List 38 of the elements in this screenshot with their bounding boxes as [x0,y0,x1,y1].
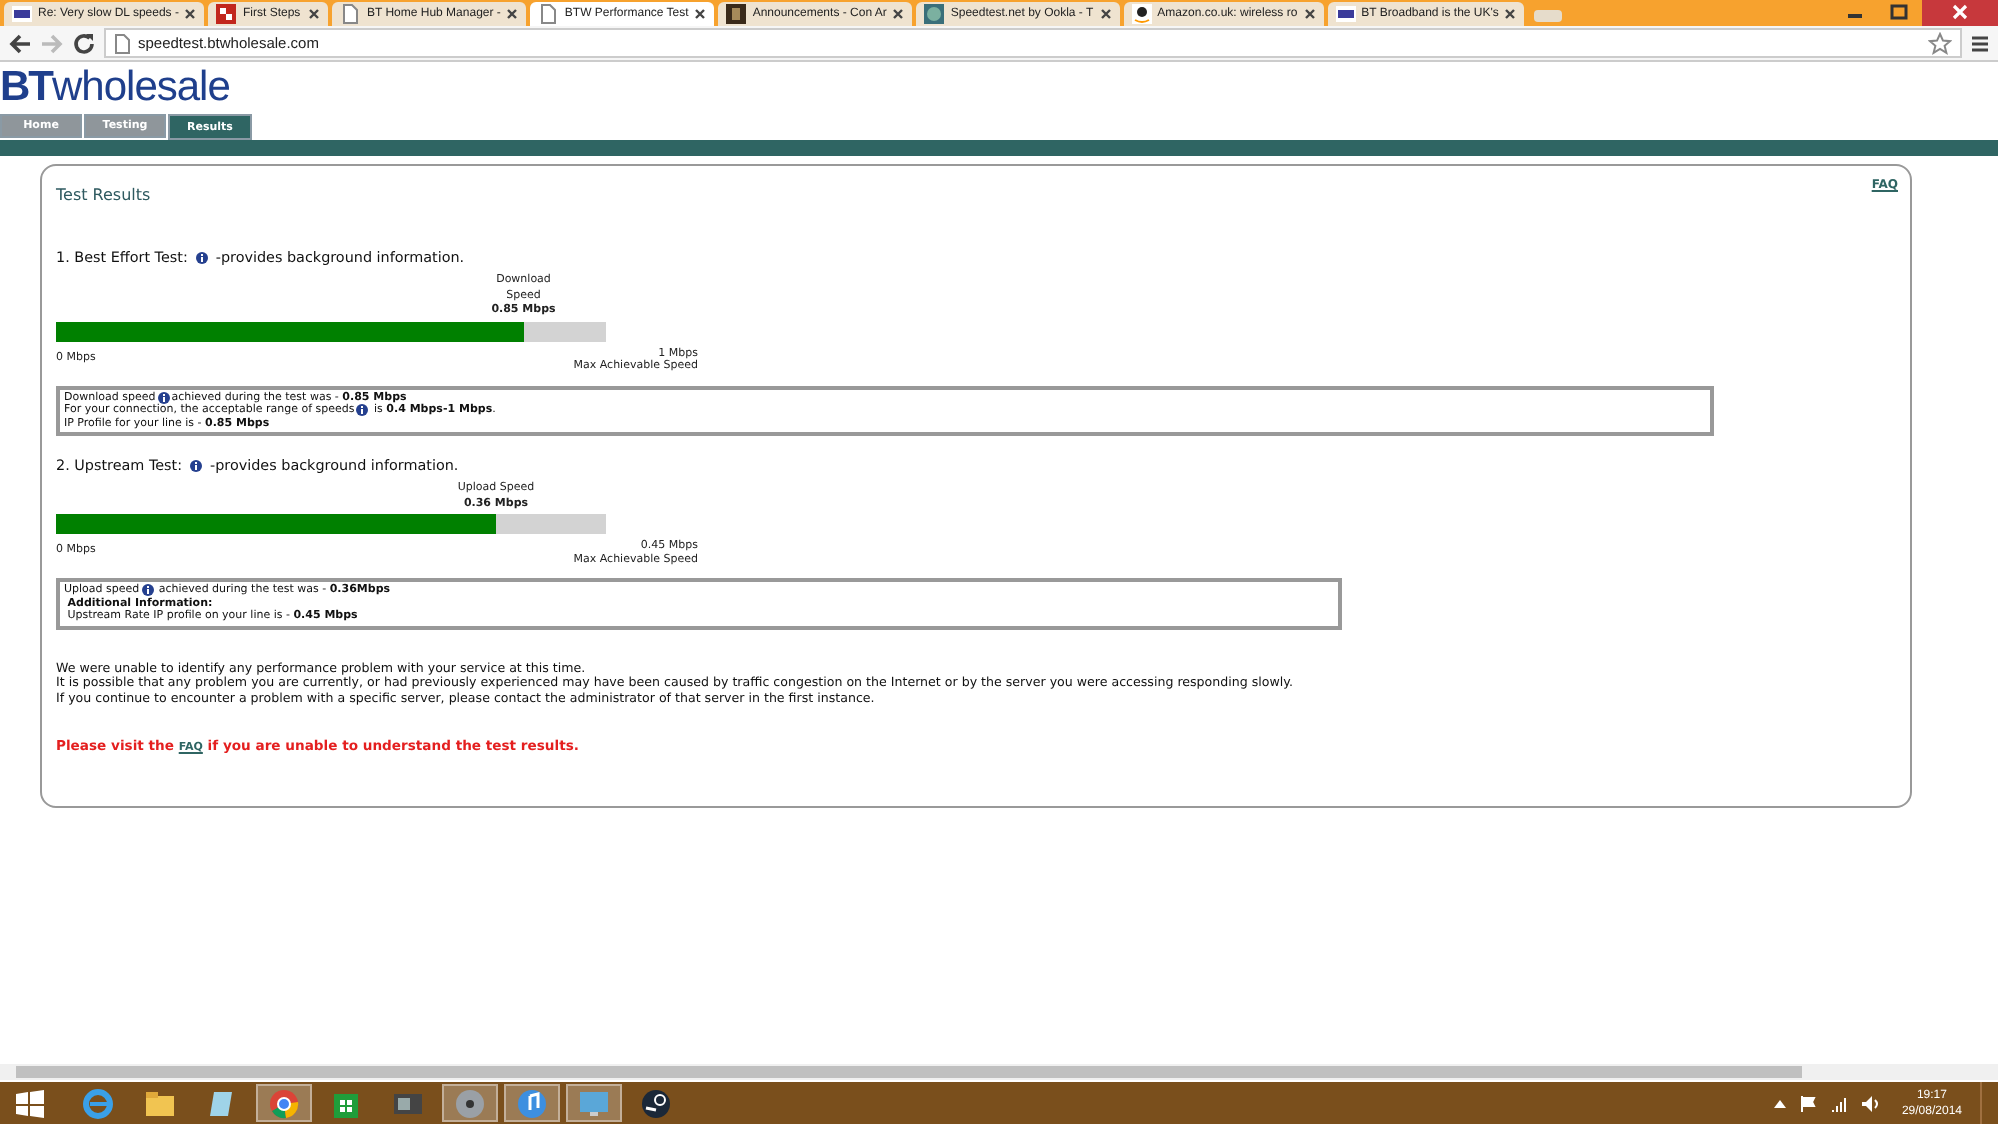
star-icon[interactable] [1928,31,1952,55]
speaker-icon[interactable] [1861,1095,1880,1111]
windows-logo-icon[interactable] [16,1089,44,1117]
back-icon[interactable] [8,31,32,55]
close-icon[interactable] [1922,0,1998,26]
folder-icon [144,1087,176,1119]
page-icon [114,33,130,53]
close-icon[interactable] [308,8,321,20]
info-icon[interactable] [356,404,369,417]
info-icon[interactable] [141,584,154,597]
disc-icon [454,1087,486,1119]
horizontal-scrollbar[interactable] [0,1064,1998,1080]
logo-text: BT [0,64,52,112]
close-icon[interactable] [892,8,905,20]
reload-icon[interactable] [72,31,96,55]
close-icon[interactable] [506,8,519,20]
info-icon[interactable] [195,251,208,263]
signal-bars-icon[interactable] [1829,1095,1848,1111]
section-title: Test Results [56,186,151,204]
info-icon[interactable] [157,391,170,404]
menu-icon[interactable] [1970,33,1990,53]
scrollbar-thumb[interactable] [16,1066,1802,1078]
chevron-up-icon[interactable] [1773,1097,1786,1109]
close-icon[interactable] [1303,8,1316,20]
dark-square-icon [726,4,747,24]
flag-icon[interactable] [1799,1095,1816,1111]
close-icon[interactable] [1099,8,1112,20]
browser-e-icon [82,1087,114,1119]
chrome-icon [268,1087,300,1119]
info-icon[interactable] [190,459,203,471]
close-icon[interactable] [694,8,707,20]
globe-icon [924,4,945,24]
close-icon[interactable] [184,8,197,20]
notepad-icon [206,1087,238,1119]
monitor-icon [578,1087,610,1119]
logo-text: wholesale [52,64,230,112]
steam-icon [640,1087,672,1119]
close-icon[interactable] [1504,8,1517,20]
